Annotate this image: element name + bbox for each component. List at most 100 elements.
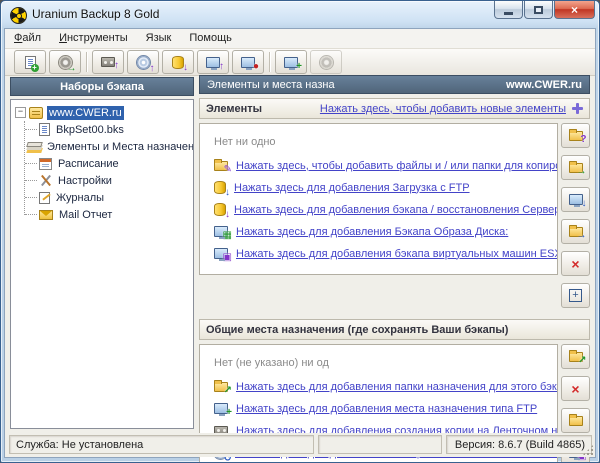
tree-item-logs[interactable]: Журналы — [39, 189, 193, 206]
add-plus-icon — [572, 103, 583, 114]
add-computer-button[interactable]: + — [275, 50, 307, 74]
tape-backup-button[interactable]: ↑ — [92, 50, 124, 74]
add-dest-ftp-link[interactable]: Нажать здесь для добавления места назнач… — [236, 403, 537, 415]
collapse-icon[interactable]: − — [15, 107, 26, 118]
delete-x-icon: × — [571, 257, 579, 271]
tape-backup-icon: ↑ — [101, 57, 115, 67]
ftp-download-icon: ↓ — [214, 181, 226, 194]
exchange-backup-icon: ↑ — [206, 57, 220, 68]
radiation-app-icon — [10, 7, 27, 24]
folder-move-icon: → — [569, 227, 583, 237]
client-area: Файл Инструменты Язык Помощь + → ↑ ↑ ↓ ↑… — [4, 28, 596, 458]
elements-list-area: Нет ни одно ✎ Нажать здесь, чтобы добави… — [199, 123, 558, 275]
locked-computer-button[interactable]: ● — [232, 50, 264, 74]
sidebar-backup-sets: Наборы бэкапа − www.CWER.ru BkpSet00.bks… — [10, 77, 194, 429]
locked-computer-icon: ● — [241, 57, 255, 68]
folder-open-icon — [569, 416, 583, 426]
ftp-destination-icon: + — [214, 403, 228, 414]
item-move-button[interactable]: → — [561, 219, 590, 244]
maximize-button[interactable] — [524, 1, 553, 19]
minimize-icon — [504, 12, 513, 15]
settings-button[interactable] — [310, 50, 342, 74]
toolbar-separator — [86, 52, 87, 72]
destinations-title: Общие места назначения (где сохранять Ва… — [206, 324, 508, 336]
add-vm-link[interactable]: Нажать здесь для добавления бэкапа вирту… — [236, 248, 558, 260]
tree-item-root[interactable]: − www.CWER.ru — [15, 104, 193, 121]
run-backup-button[interactable]: → — [49, 50, 81, 74]
panel-title: Элементы и места назна — [207, 76, 335, 93]
sidebar-header: Наборы бэкапа — [10, 77, 194, 96]
delete-x-icon: × — [571, 382, 579, 396]
dest-delete-button[interactable]: × — [561, 376, 590, 401]
status-version: Версия: 8.6.7 (Build 4865) — [446, 435, 592, 454]
settings-gear-icon — [320, 56, 333, 69]
titlebar[interactable]: Uranium Backup 8 Gold × — [1, 1, 599, 28]
dest-open-button[interactable] — [561, 408, 590, 433]
elements-title: Элементы — [206, 103, 262, 115]
tree-item-mailreport[interactable]: Mail Отчет — [39, 206, 193, 223]
schedule-icon — [39, 158, 52, 170]
menu-help[interactable]: Помощь — [180, 29, 241, 48]
add-ftp-download-link[interactable]: Нажать здесь для добавления Загрузка с F… — [234, 182, 470, 194]
screen-arrow-icon: ↓ — [569, 194, 583, 205]
window-title: Uranium Backup 8 Gold — [32, 7, 159, 21]
elements-buttons: ? → ↓ → × + — [558, 123, 590, 315]
close-icon: × — [571, 3, 578, 17]
settings-tools-icon — [39, 174, 52, 187]
destinations-empty-text: Нет (не указано) ни од — [214, 357, 547, 369]
item-add-button[interactable]: → — [561, 155, 590, 180]
add-dest-folder-link-row: ↗ Нажать здесь для добавления папки назн… — [214, 379, 547, 394]
add-dest-folder-link[interactable]: Нажать здесь для добавления папки назнач… — [236, 381, 558, 393]
logs-icon — [39, 192, 50, 204]
status-middle — [318, 435, 442, 454]
close-button[interactable]: × — [554, 1, 595, 19]
disk-image-backup-button[interactable]: ↑ — [127, 50, 159, 74]
add-dest-ftp-link-row: + Нажать здесь для добавления места назн… — [214, 401, 547, 416]
elements-empty-text: Нет ни одно — [214, 136, 547, 148]
tree-item-settings[interactable]: Настройки — [39, 172, 193, 189]
folder-add-icon: ↗ — [214, 382, 228, 392]
plus-square-icon: + — [569, 289, 582, 302]
sql-backup-button[interactable]: ↓ — [162, 50, 194, 74]
exchange-backup-button[interactable]: ↑ — [197, 50, 229, 74]
tree-item-elements[interactable]: Элементы и Места назначения — [39, 138, 193, 155]
folder-go-icon: → — [569, 163, 583, 173]
add-elements-link[interactable]: Нажать здесь, чтобы добавить новые элеме… — [320, 103, 583, 115]
add-disk-image-link[interactable]: Нажать здесь для добавления Бэкапа Образ… — [236, 226, 508, 238]
folder-add-green-icon: ↗ — [569, 352, 583, 362]
elements-section-header: Элементы Нажать здесь, чтобы добавить но… — [199, 98, 590, 119]
run-backup-icon: → — [59, 56, 72, 69]
menu-file[interactable]: Файл — [5, 29, 50, 48]
backup-set-icon — [29, 107, 43, 119]
item-expand-button[interactable]: + — [561, 283, 590, 308]
tree-item-bksfile[interactable]: BkpSet00.bks — [39, 121, 193, 138]
sql-database-icon: ↓ — [214, 203, 226, 216]
menubar: Файл Инструменты Язык Помощь — [5, 29, 595, 49]
vm-esx-icon: ▣ — [214, 248, 228, 259]
item-edit-button[interactable]: ? — [561, 123, 590, 148]
item-delete-button[interactable]: × — [561, 251, 590, 276]
bks-file-icon — [39, 123, 50, 136]
menu-language[interactable]: Язык — [137, 29, 181, 48]
add-files-link[interactable]: Нажать здесь, чтобы добавить файлы и / и… — [236, 160, 558, 172]
add-disk-image-link-row: ▦ Нажать здесь для добавления Бэкапа Обр… — [214, 224, 547, 239]
new-backup-set-icon: + — [25, 56, 36, 69]
panel-set-name: www.CWER.ru — [506, 76, 582, 93]
tree-item-schedule[interactable]: Расписание — [39, 155, 193, 172]
add-sql-link[interactable]: Нажать здесь для добавления бэкапа / вос… — [234, 204, 558, 216]
folder-question-icon: ? — [569, 131, 583, 141]
main-panel: Элементы и места назна www.CWER.ru Элеме… — [199, 75, 590, 429]
item-refresh-button[interactable]: ↓ — [561, 187, 590, 212]
folder-edit-icon: ✎ — [214, 161, 228, 171]
main-panel-header: Элементы и места назна www.CWER.ru — [199, 75, 590, 94]
add-sql-link-row: ↓ Нажать здесь для добавления бэкапа / в… — [214, 202, 547, 217]
menu-tools[interactable]: Инструменты — [50, 29, 137, 48]
dest-add-button[interactable]: ↗ — [561, 344, 590, 369]
minimize-button[interactable] — [494, 1, 523, 19]
add-ftp-download-link-row: ↓ Нажать здесь для добавления Загрузка с… — [214, 180, 547, 195]
maximize-icon — [534, 6, 543, 14]
add-computer-icon: + — [284, 57, 298, 68]
status-service: Служба: Не установлена — [9, 435, 314, 454]
new-backup-set-button[interactable]: + — [14, 50, 46, 74]
sql-backup-icon: ↓ — [172, 56, 184, 69]
